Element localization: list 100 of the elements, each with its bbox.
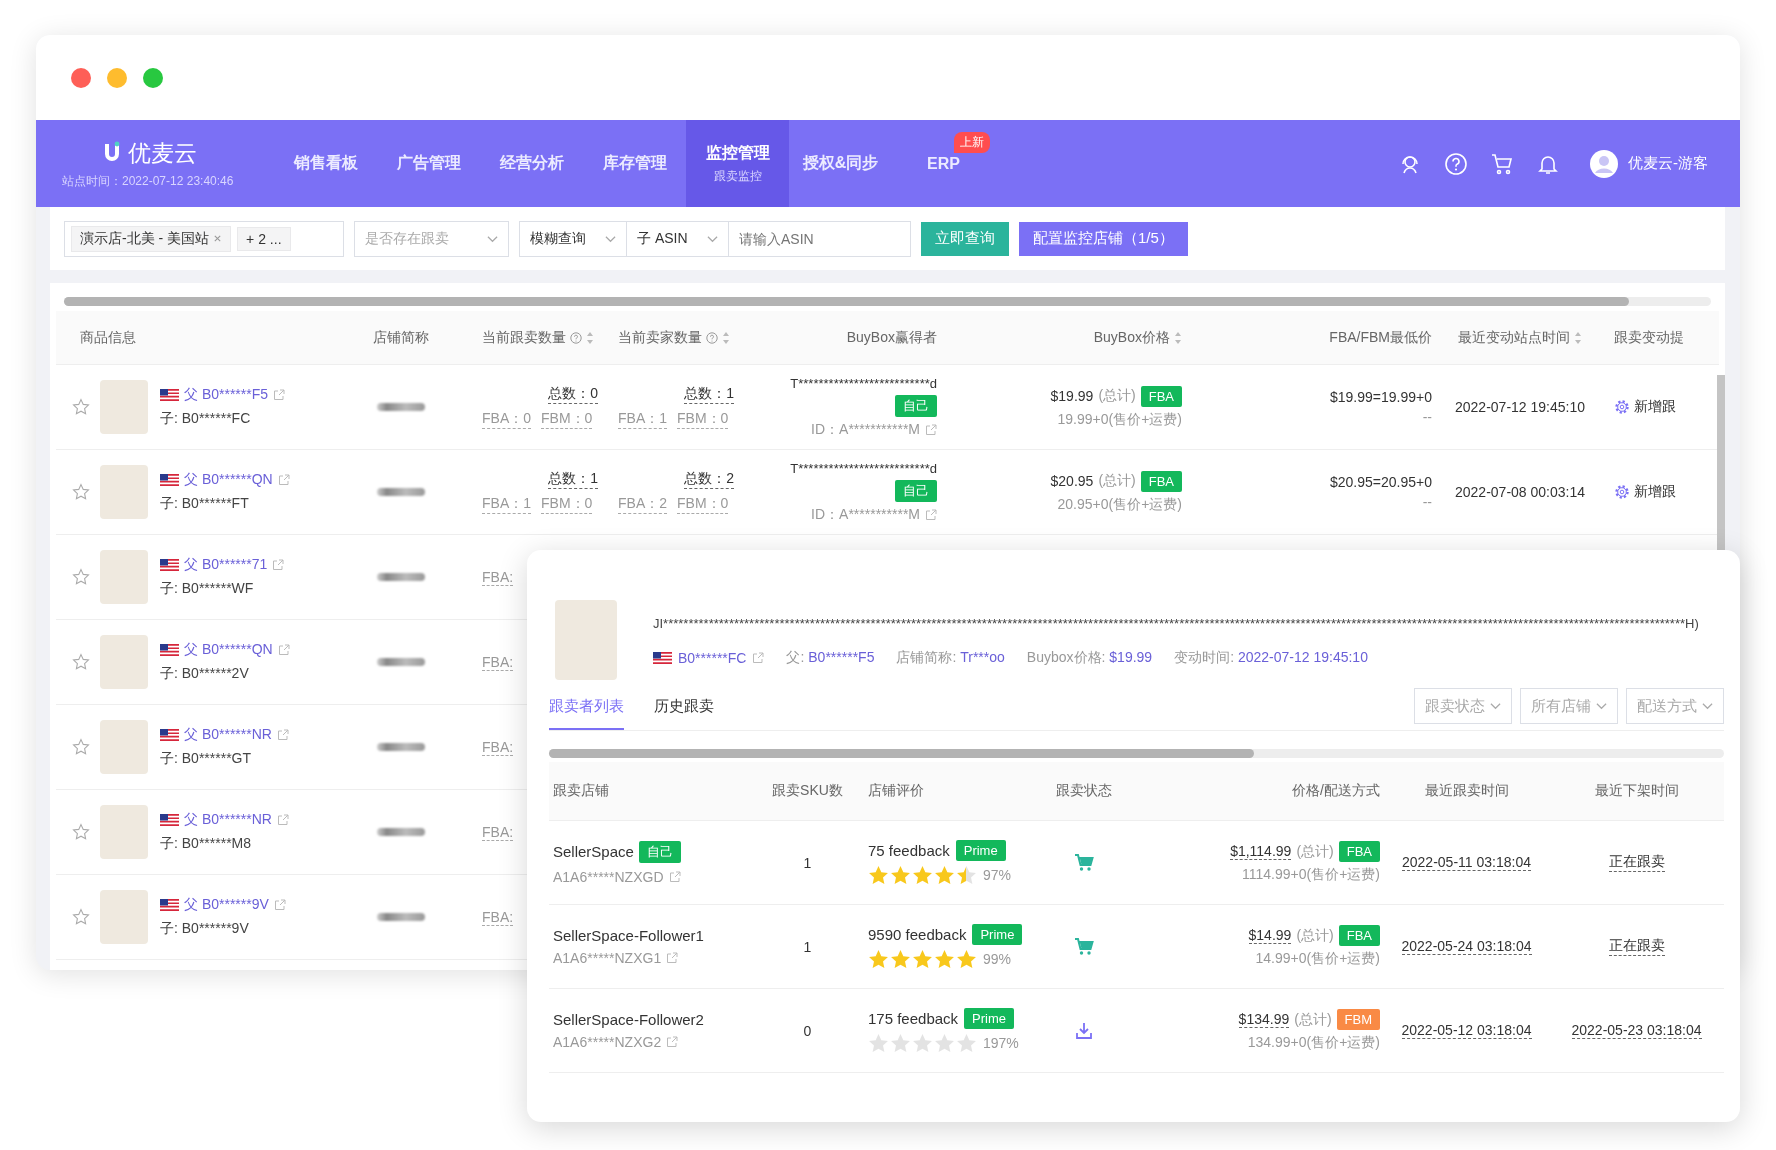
fbm-count: FBM：0 [541, 495, 593, 514]
star-icon [912, 864, 933, 886]
configure-stores-button[interactable]: 配置监控店铺（1/5） [1019, 221, 1188, 256]
tab[interactable]: 历史跟卖 [654, 697, 714, 730]
fba-count: FBA: [482, 823, 514, 841]
star-icon[interactable] [72, 483, 90, 501]
share-icon[interactable] [752, 652, 765, 664]
parent-asin-link[interactable]: 父 B0******QN [184, 471, 273, 489]
sku-count: 0 [803, 1022, 812, 1039]
rating-percent: 197% [983, 1035, 1019, 1051]
fba-count: FBA: [482, 568, 514, 586]
sort-icon[interactable] [1174, 330, 1182, 345]
star-icon[interactable] [72, 568, 90, 586]
nav-tab[interactable]: 监控管理 跟卖监控 [686, 120, 789, 207]
star-icon [912, 1032, 933, 1054]
nav-tab[interactable]: 库存管理 [583, 120, 686, 207]
parent-asin-link[interactable]: 父 B0******NR [184, 811, 272, 829]
product-photo [100, 465, 148, 519]
parent-asin-link[interactable]: 父 B0******F5 [184, 386, 269, 404]
price-detail: 14.99+0(售价+运费) [1255, 950, 1380, 968]
share-icon[interactable] [273, 899, 286, 911]
total-count: 总数：2 [684, 470, 734, 489]
share-icon[interactable] [666, 1036, 679, 1048]
window-control-button[interactable] [143, 67, 163, 88]
nav-tab[interactable]: 经营分析 [480, 120, 583, 207]
share-icon[interactable] [277, 644, 290, 656]
horizontal-scrollbar[interactable] [549, 749, 1724, 758]
price-detail: 134.99+0(售价+运费) [1247, 1034, 1380, 1052]
star-icon[interactable] [72, 653, 90, 671]
price-note: (总计) [1098, 387, 1136, 405]
star-icon[interactable] [72, 908, 90, 926]
meta-item: Buybox价格: $19.99 [1026, 649, 1153, 667]
help-icon[interactable] [706, 331, 718, 344]
nav-tab[interactable]: 广告管理 [377, 120, 480, 207]
column-header: 最近下架时间 [1593, 781, 1680, 800]
column-header: FBA/FBM最低价 [1328, 327, 1433, 347]
new-badge: 上新 [954, 132, 990, 153]
seller-id: A1A6*****NZXG1 [553, 950, 662, 966]
column-header: BuyBox赢得者 [845, 327, 938, 347]
match-select[interactable]: 模糊查询 [519, 220, 627, 257]
fulfillment-badge: FBA [1140, 470, 1182, 492]
asin-input[interactable]: 请输入ASIN [729, 220, 911, 257]
cart-icon[interactable] [1490, 151, 1514, 176]
winner-name: T**************************d [790, 375, 937, 391]
share-icon[interactable] [272, 559, 285, 571]
avatar-icon[interactable] [1590, 149, 1618, 178]
star-icon [890, 948, 911, 970]
nav-tab[interactable]: 授权&同步 [789, 120, 892, 207]
us-flag-icon [160, 644, 179, 656]
sort-icon[interactable] [1574, 330, 1582, 345]
parent-asin-link[interactable]: 父 B0******71 [184, 556, 268, 574]
seller-id: A1A6*****NZXG2 [553, 1034, 662, 1050]
sort-icon[interactable] [722, 330, 730, 345]
star-icon[interactable] [72, 823, 90, 841]
lowest-fbm-price: -- [1422, 409, 1432, 425]
help-icon[interactable] [570, 331, 582, 344]
add-follow-alert-link[interactable]: 新增跟 [1614, 398, 1725, 416]
fba-count: FBA: [482, 908, 514, 926]
fba-count: FBA：2 [618, 495, 667, 514]
star-icon [868, 864, 889, 886]
asin-link[interactable]: B0******FC [678, 650, 747, 666]
user-name[interactable]: 优麦云-游客 [1628, 154, 1708, 173]
share-icon[interactable] [277, 474, 290, 486]
window-control-button[interactable] [107, 67, 127, 88]
nav-tab[interactable]: ERP 上新 [892, 120, 995, 207]
change-time: 2022-07-08 00:03:14 [1455, 484, 1585, 500]
parent-asin-link[interactable]: 父 B0******QN [184, 641, 273, 659]
store-tag[interactable]: 演示店-北美 - 美国站 [71, 225, 232, 252]
sort-icon[interactable] [586, 330, 594, 345]
share-icon[interactable] [276, 814, 289, 826]
column-header: BuyBox价格 [945, 311, 1190, 364]
price-detail: 1114.99+0(售价+运费) [1242, 866, 1380, 884]
share-icon[interactable] [668, 870, 681, 883]
child-asin: 子: B0******FC [160, 410, 252, 428]
horizontal-scrollbar[interactable] [64, 297, 1711, 306]
nav-tab[interactable]: 销售看板 [274, 120, 377, 207]
share-icon[interactable] [273, 389, 286, 401]
share-icon[interactable] [276, 729, 289, 741]
close-icon[interactable] [213, 234, 223, 243]
store-select[interactable]: 演示店-北美 - 美国站 + 2 ... [64, 220, 344, 257]
window-control-button[interactable] [71, 67, 91, 88]
parent-asin-link[interactable]: 父 B0******NR [184, 726, 272, 744]
product-title: JI**********************************************************************************************************************************************************************************************************H) [653, 616, 1699, 631]
share-icon[interactable] [666, 952, 679, 964]
feedback-count: 175 feedback [868, 1009, 959, 1027]
more-tag[interactable]: + 2 ... [237, 226, 291, 251]
price-note: (总计) [1294, 1010, 1332, 1029]
tab[interactable]: 跟卖者列表 [549, 697, 624, 730]
asin-type-select[interactable]: 子 ASIN [627, 220, 729, 257]
child-asin: 子: B0******2V [160, 665, 250, 683]
star-icon[interactable] [72, 738, 90, 756]
buybox-price: $20.95 [1050, 473, 1094, 489]
star-icon[interactable] [72, 398, 90, 416]
share-icon[interactable] [925, 423, 937, 436]
last-delist-time: 正在跟卖 [1608, 937, 1665, 956]
product-photo [100, 380, 148, 434]
cart-icon [1074, 936, 1094, 957]
parent-asin-link[interactable]: 父 B0******9V [184, 896, 269, 914]
add-follow-alert-link[interactable]: 新增跟 [1614, 483, 1725, 501]
share-icon[interactable] [925, 508, 937, 521]
